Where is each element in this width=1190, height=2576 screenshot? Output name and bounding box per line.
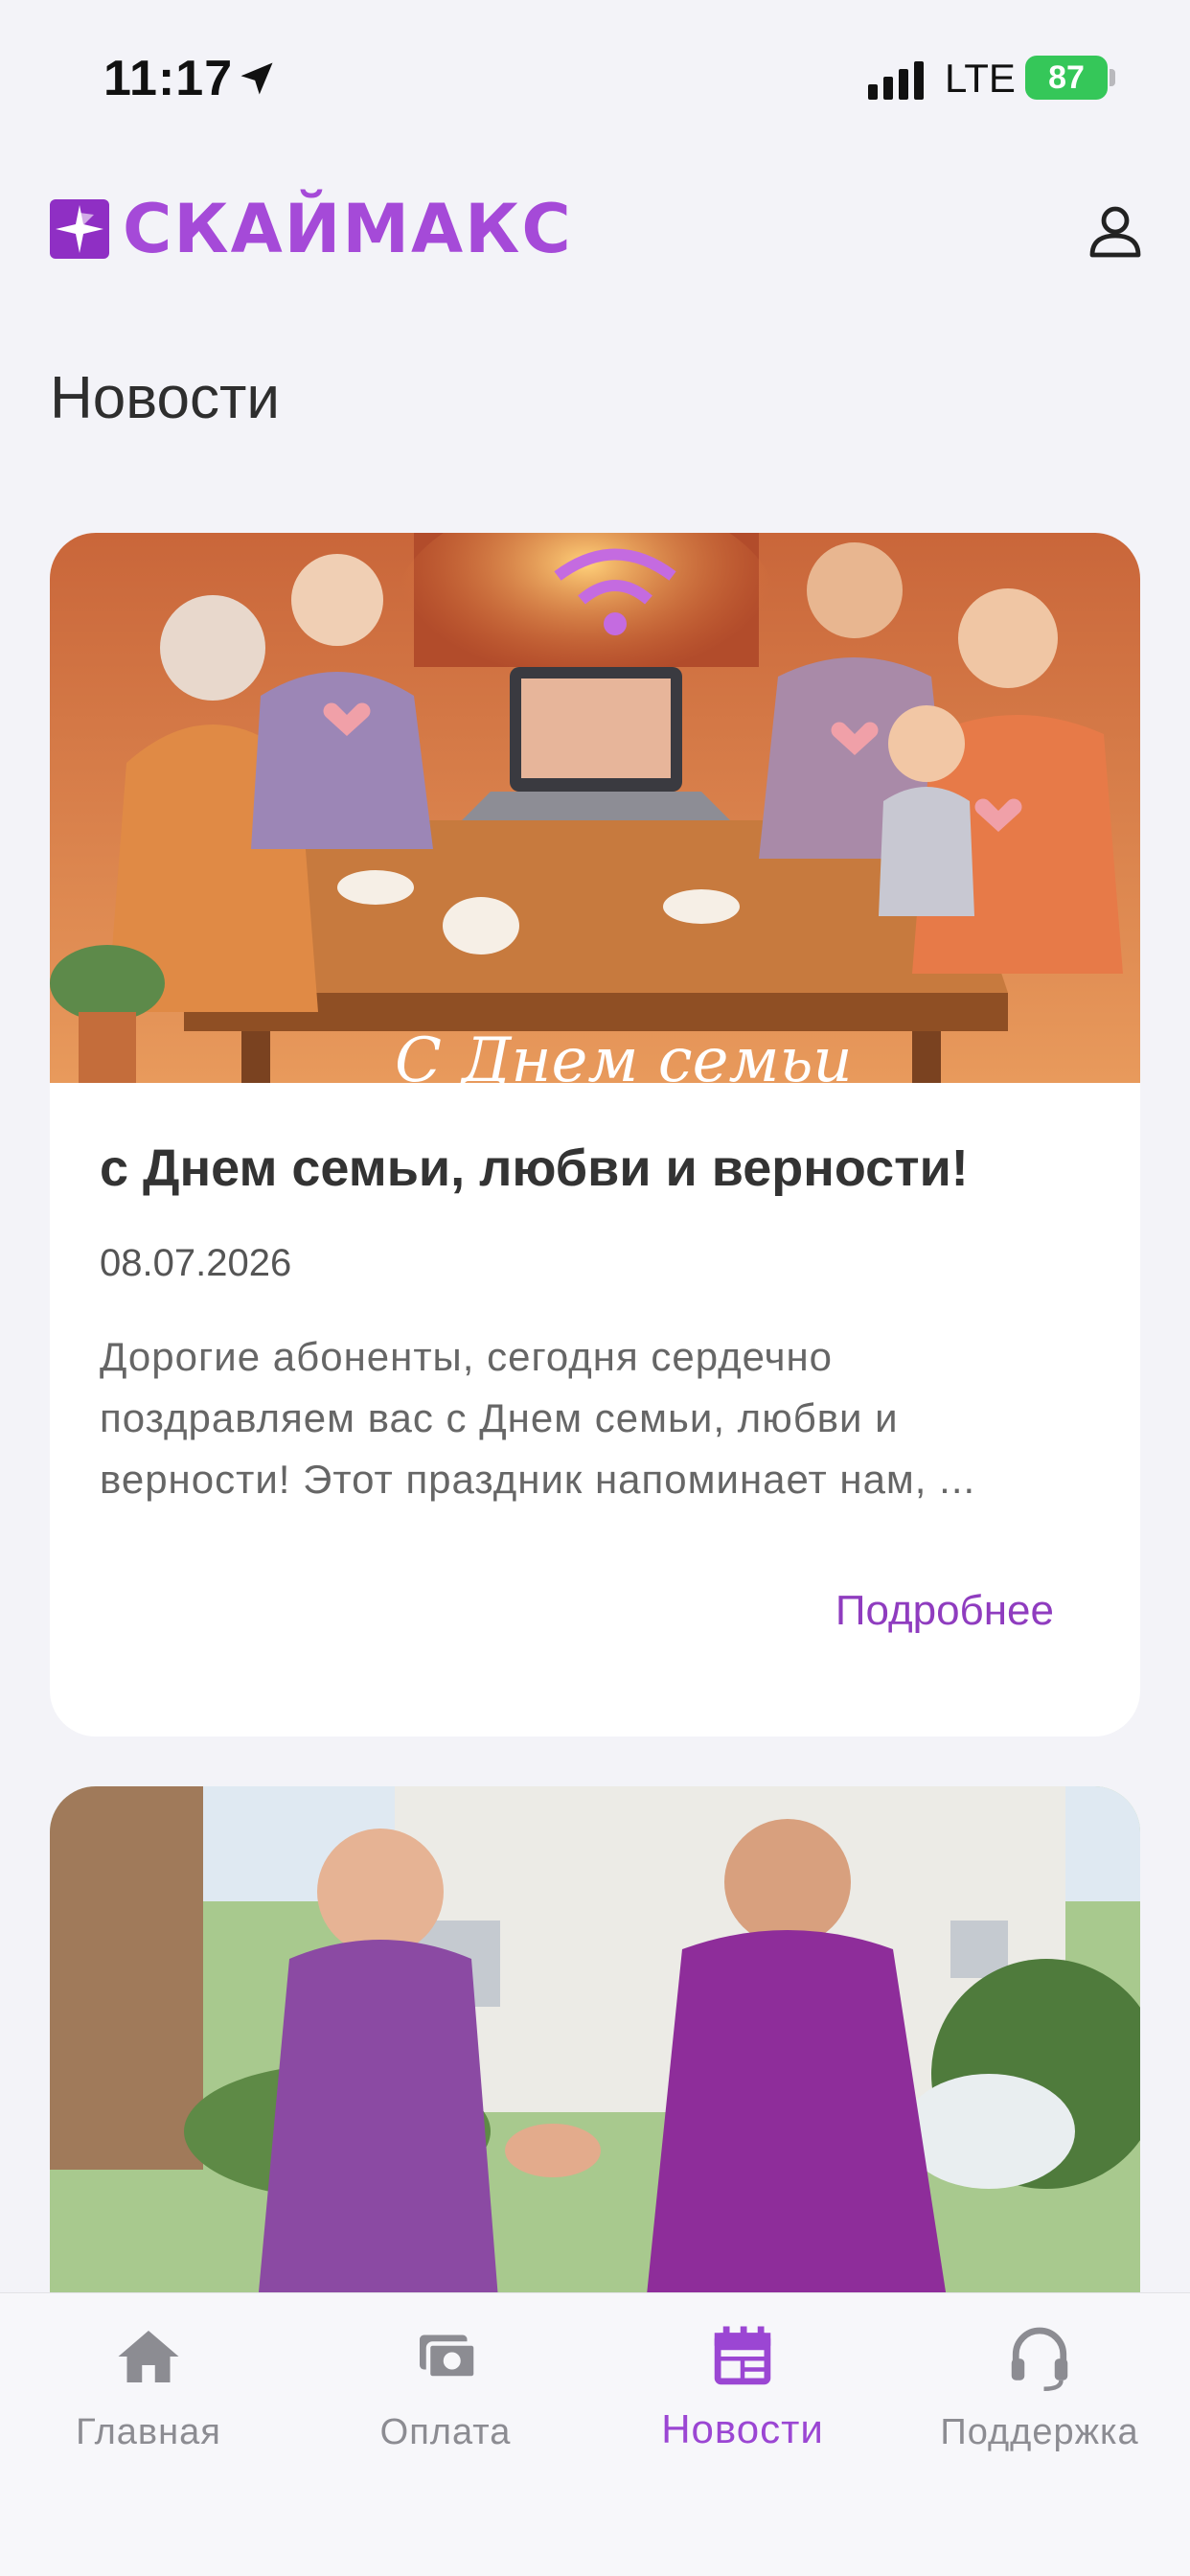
payment-icon (420, 2334, 478, 2380)
news-excerpt: Дорогие абоненты, сегодня сердечно поздр… (100, 1334, 976, 1502)
location-arrow-icon (240, 62, 273, 95)
cellular-signal-icon (868, 61, 924, 100)
battery-indicator: 87 (1025, 56, 1108, 100)
page-title: Новости (50, 365, 281, 431)
tab-label: Главная (76, 2412, 221, 2452)
battery-tip (1110, 69, 1115, 86)
news-image-caption: С Днем семьи (395, 1025, 853, 1083)
status-time: 11:17 (103, 51, 234, 106)
news-card[interactable]: С Днем семьи с Днем семьи, любви и верно… (50, 533, 1140, 1736)
news-card[interactable] (50, 1786, 1140, 2323)
news-image-family[interactable]: С Днем семьи (50, 533, 1140, 1083)
news-title: с Днем семьи, любви и верности! (100, 1139, 969, 1197)
news-date: 08.07.2026 (100, 1242, 292, 1284)
logo-star-icon (50, 199, 109, 259)
headset-icon (1011, 2327, 1068, 2391)
brand-logo: СКАЙМАКС (123, 190, 573, 268)
profile-icon[interactable] (1085, 199, 1146, 261)
tab-label: Поддержка (940, 2412, 1139, 2452)
bottom-tab-bar: Главная Оплата Новости Поддержка (0, 2292, 1190, 2576)
battery-level: 87 (1048, 58, 1085, 96)
status-bar: 11:17 LTE 87 (0, 0, 1190, 153)
news-image-handshake[interactable] (50, 1786, 1140, 2323)
read-more-link[interactable]: Подробнее (835, 1587, 1054, 1635)
news-icon (714, 2326, 771, 2385)
tab-label: Оплата (379, 2412, 512, 2452)
network-type: LTE (945, 56, 1016, 101)
tab-label: Новости (661, 2406, 824, 2451)
home-icon (118, 2331, 179, 2382)
app-header: СКАЙМАКС (0, 182, 1190, 278)
tab-support[interactable]: Поддержка (891, 2322, 1188, 2485)
tab-home[interactable]: Главная (0, 2322, 297, 2485)
tab-payment[interactable]: Оплата (297, 2322, 594, 2485)
tab-news[interactable]: Новости (594, 2322, 891, 2485)
